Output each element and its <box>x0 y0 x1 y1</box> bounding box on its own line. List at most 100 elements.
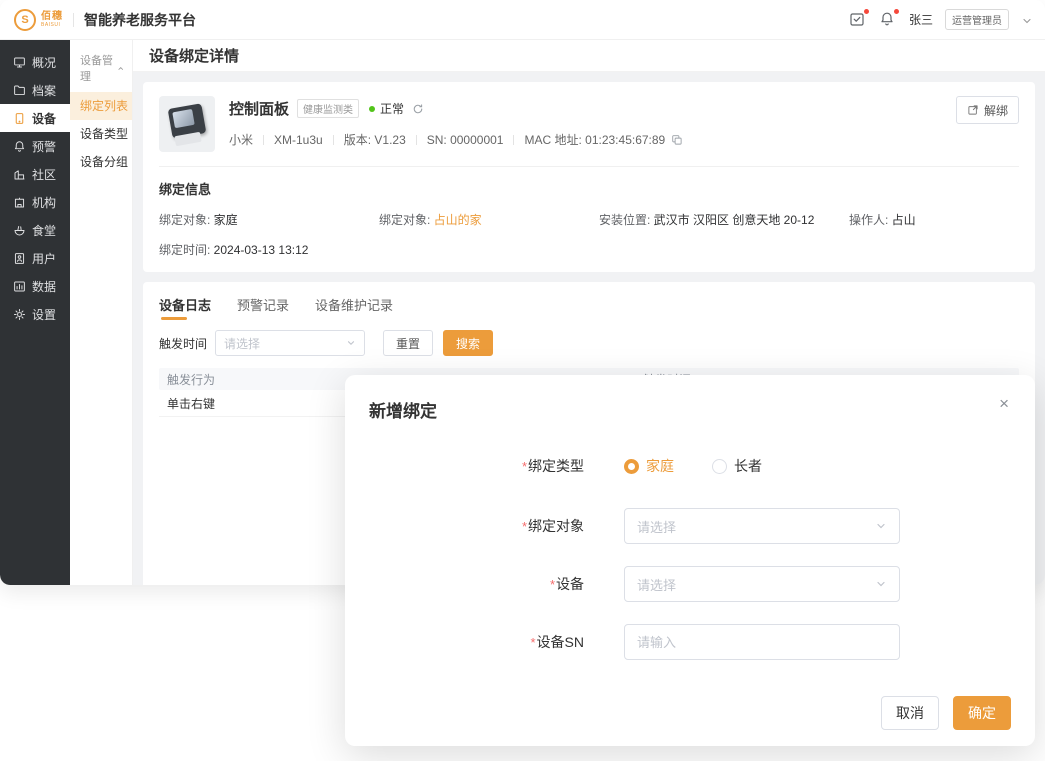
tab-alert-records[interactable]: 预警记录 <box>237 290 289 318</box>
chevron-down-icon[interactable] <box>1021 14 1033 26</box>
chart-icon <box>13 280 26 293</box>
logo-subtitle: BAISUI <box>41 21 61 28</box>
binding-object-select[interactable]: 请选择 <box>624 508 900 544</box>
submenu-item-device-types[interactable]: 设备类型 <box>70 120 132 148</box>
tabs: 设备日志 预警记录 设备维护记录 <box>159 290 1019 320</box>
trigger-time-select[interactable]: 请选择 <box>215 330 366 356</box>
device-image <box>159 96 215 152</box>
notification-badge <box>893 8 899 14</box>
submenu: 设备管理 绑定列表 设备类型 设备分组 <box>70 40 133 585</box>
binding-type-radios: 家庭 长者 <box>624 456 900 476</box>
logo-title: 佰穗 <box>41 10 63 22</box>
todo-icon[interactable] <box>849 8 869 29</box>
radio-selected-icon <box>624 458 639 474</box>
unbind-label: 解绑 <box>983 103 1008 118</box>
gear-icon <box>13 308 26 321</box>
institution-icon <box>13 196 26 209</box>
device-sn-input[interactable] <box>624 624 900 660</box>
chevron-down-icon <box>877 523 885 529</box>
user-role-tag[interactable]: 运营管理员 <box>945 9 1009 30</box>
select-placeholder: 请选择 <box>637 519 677 535</box>
top-header: S 佰穗 BAISUI 智能养老服务平台 张三 运营管理员 <box>0 0 1045 40</box>
confirm-button[interactable]: 确定 <box>953 696 1011 730</box>
chevron-down-icon <box>347 341 355 346</box>
device-select[interactable]: 请选择 <box>624 566 900 602</box>
radio-elder[interactable]: 长者 <box>712 456 762 476</box>
device-name: 控制面板 <box>229 101 290 118</box>
required-mark: * <box>530 635 536 650</box>
user-name[interactable]: 张三 <box>909 11 933 28</box>
tab-maintenance-records[interactable]: 设备维护记录 <box>315 290 393 318</box>
folder-icon <box>13 84 26 97</box>
device-status: 正常 <box>369 100 404 117</box>
device-brand: 小米 <box>229 133 254 147</box>
close-icon[interactable]: × <box>999 395 1009 412</box>
select-placeholder: 请选择 <box>637 577 677 593</box>
device-icon <box>13 112 26 125</box>
binding-object-label: *绑定对象 <box>521 518 584 534</box>
sidebar-item-users[interactable]: 用户 <box>0 244 70 272</box>
sidebar-item-data[interactable]: 数据 <box>0 272 70 300</box>
submenu-item-binding-list[interactable]: 绑定列表 <box>70 92 132 120</box>
page-title: 设备绑定详情 <box>133 40 1045 72</box>
submenu-group-label: 设备管理 <box>80 55 113 83</box>
filter-label: 触发时间 <box>159 336 208 351</box>
device-sn: SN: 00000001 <box>426 132 504 147</box>
notification-badge <box>863 8 869 14</box>
radio-label: 长者 <box>734 458 762 474</box>
binding-object-link[interactable]: 占山的家 <box>434 213 482 227</box>
binding-type-value: 家庭 <box>213 213 238 227</box>
chevron-down-icon <box>877 581 885 587</box>
binding-field: 安装位置: 武汉市 汉阳区 创意天地 20-12 <box>599 213 815 227</box>
required-mark: * <box>521 519 527 534</box>
radio-unselected-icon <box>712 458 727 474</box>
sidebar-item-label: 用户 <box>32 251 57 266</box>
bell-icon[interactable] <box>879 8 899 29</box>
add-binding-modal: 新增绑定 × *绑定类型 家庭 长者 *绑定对象 请选择 *设备 请选择 *设备… <box>345 375 1035 746</box>
sidebar: 概况 档案 设备 预警 社区 机构 食堂 用户 数据 设置 <box>0 40 70 585</box>
refresh-icon[interactable] <box>412 103 424 115</box>
modal-title: 新增绑定 <box>369 402 437 421</box>
sidebar-item-label: 数据 <box>32 279 57 294</box>
sidebar-item-settings[interactable]: 设置 <box>0 300 70 328</box>
sidebar-item-devices[interactable]: 设备 <box>0 104 70 132</box>
device-version: 版本: V1.23 <box>343 133 406 147</box>
device-card: 控制面板 健康监测类 正常 小米 XM-1u3u 版本: V1.23 SN: 0… <box>143 82 1035 272</box>
logo-icon: S <box>14 8 36 31</box>
binding-field: 操作人: 占山 <box>849 213 916 227</box>
device-model: XM-1u3u <box>274 132 323 147</box>
dashboard-icon <box>13 56 26 69</box>
install-location-value: 武汉市 汉阳区 创意天地 20-12 <box>653 213 815 227</box>
unbind-button[interactable]: 解绑 <box>955 96 1019 124</box>
search-button[interactable]: 搜索 <box>443 330 494 356</box>
binding-field: 绑定对象: 占山的家 <box>379 213 482 227</box>
unbind-icon <box>968 105 978 115</box>
binding-field: 绑定时间: 2024-03-13 13:12 <box>159 243 309 257</box>
submenu-group-device-management[interactable]: 设备管理 <box>70 40 132 92</box>
cancel-button[interactable]: 取消 <box>881 696 939 730</box>
sidebar-item-archives[interactable]: 档案 <box>0 76 70 104</box>
sidebar-item-community[interactable]: 社区 <box>0 160 70 188</box>
binding-field: 绑定对象: 家庭 <box>159 213 238 227</box>
sidebar-item-canteen[interactable]: 食堂 <box>0 216 70 244</box>
copy-icon[interactable] <box>671 134 683 146</box>
reset-button[interactable]: 重置 <box>383 330 434 356</box>
app-title: 智能养老服务平台 <box>84 11 196 28</box>
radio-family[interactable]: 家庭 <box>624 456 674 476</box>
sidebar-item-label: 机构 <box>32 195 57 210</box>
sidebar-item-label: 社区 <box>32 167 57 182</box>
sidebar-item-label: 食堂 <box>32 223 57 238</box>
buildings-icon <box>13 168 26 181</box>
bowl-icon <box>13 224 26 237</box>
submenu-item-device-groups[interactable]: 设备分组 <box>70 148 132 176</box>
logo: S 佰穗 BAISUI <box>14 8 63 31</box>
operator-value: 占山 <box>891 213 916 227</box>
device-sn-label: *设备SN <box>530 634 584 650</box>
device-mac: MAC 地址: 01:23:45:67:89 <box>524 133 666 147</box>
sidebar-item-alerts[interactable]: 预警 <box>0 132 70 160</box>
sidebar-item-institutions[interactable]: 机构 <box>0 188 70 216</box>
tab-device-log[interactable]: 设备日志 <box>159 290 211 320</box>
device-select-label: *设备 <box>549 576 584 592</box>
sidebar-item-overview[interactable]: 概况 <box>0 48 70 76</box>
binding-info-title: 绑定信息 <box>159 182 212 197</box>
